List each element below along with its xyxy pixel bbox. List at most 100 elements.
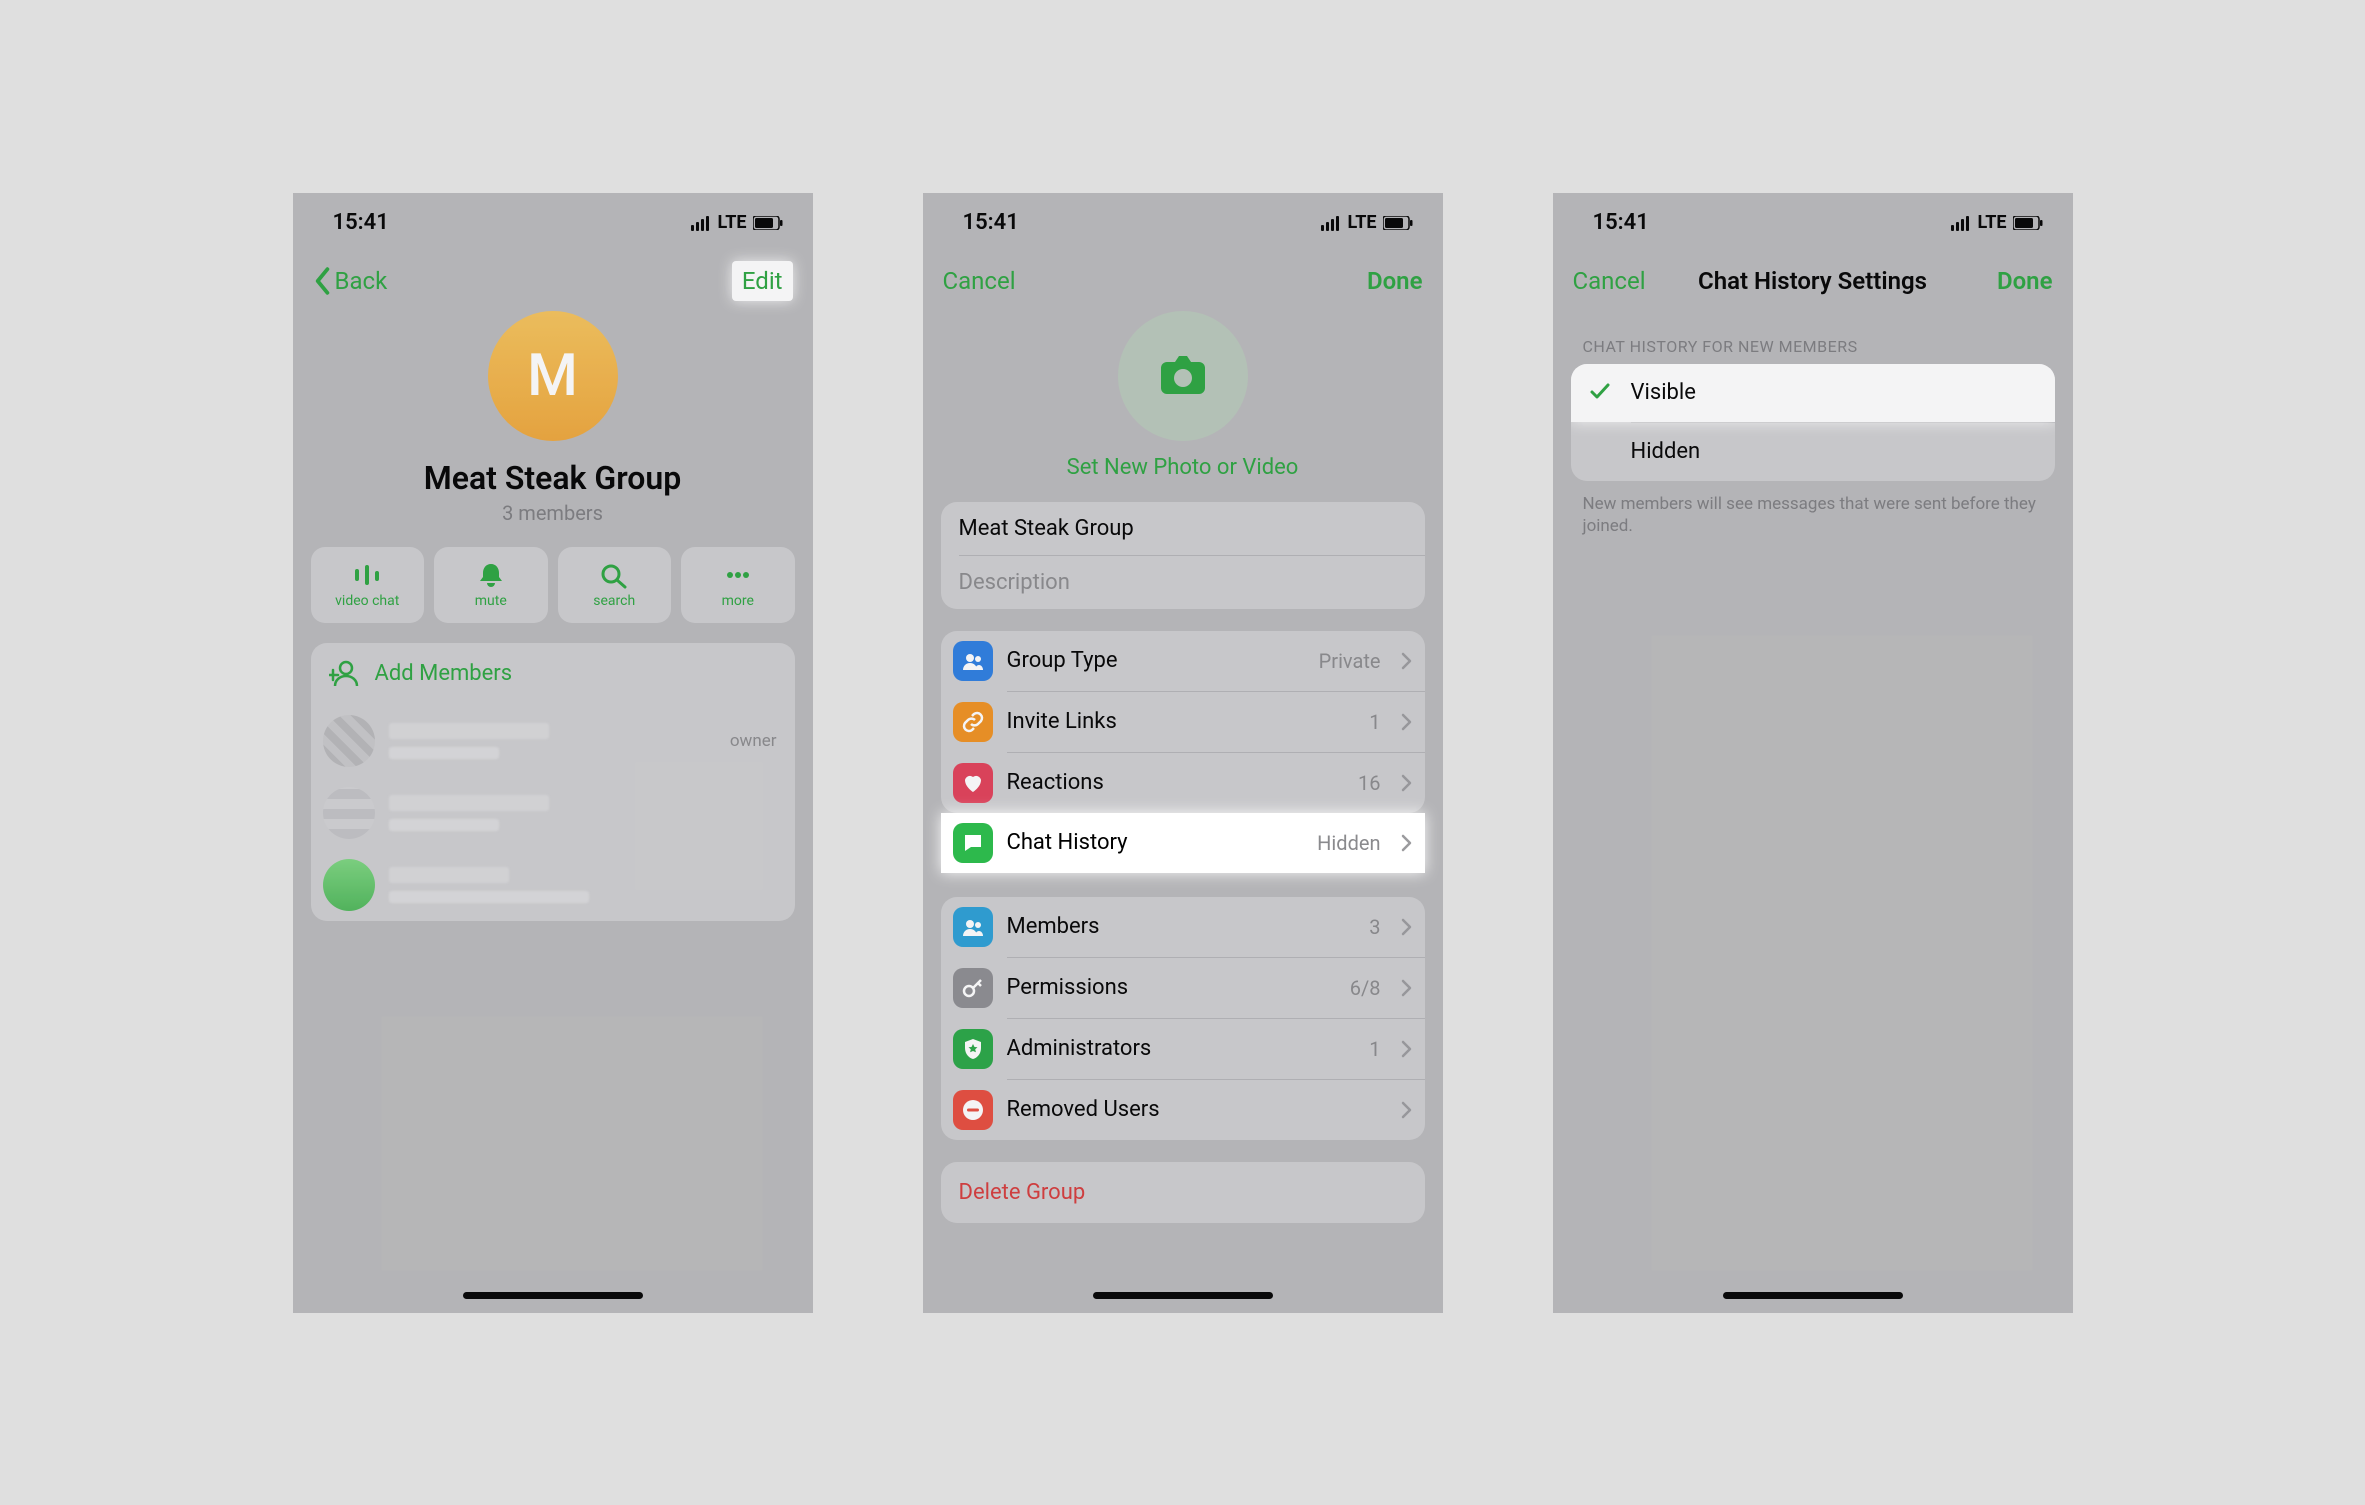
member-row[interactable]: owner — [311, 705, 795, 777]
signal-icon — [1951, 215, 1971, 231]
battery-icon — [753, 216, 783, 230]
check-icon — [1589, 381, 1613, 405]
status-time: 15:41 — [963, 210, 1019, 235]
signal-icon — [1321, 215, 1341, 231]
people-icon — [953, 907, 993, 947]
status-bar: 15:41 LTE — [293, 193, 813, 253]
avatar — [323, 787, 375, 839]
status-net: LTE — [717, 212, 746, 233]
done-button[interactable]: Done — [1997, 267, 2053, 295]
group-type-row[interactable]: Group Type Private — [941, 631, 1425, 691]
search-button[interactable]: search — [558, 547, 672, 623]
home-indicator[interactable] — [463, 1292, 643, 1299]
chat-icon — [953, 823, 993, 863]
admins-label: Administrators — [1007, 1036, 1356, 1061]
option-hidden[interactable]: Hidden — [1571, 423, 2055, 481]
permissions-label: Permissions — [1007, 975, 1336, 1000]
back-button[interactable]: Back — [313, 267, 388, 295]
status-time: 15:41 — [333, 210, 389, 235]
owner-tag: owner — [730, 731, 777, 751]
group-avatar[interactable]: M — [488, 311, 618, 441]
chevron-right-icon — [1401, 1101, 1413, 1119]
set-photo-label[interactable]: Set New Photo or Video — [1067, 455, 1299, 480]
battery-icon — [1383, 216, 1413, 230]
status-bar: 15:41 LTE — [923, 193, 1443, 253]
settings-card-1: Group Type Private Invite Links 1 Reacti… — [941, 631, 1425, 813]
profile-header: M Meat Steak Group 3 members — [293, 309, 813, 525]
avatar-initial: M — [527, 342, 578, 410]
delete-group-button[interactable]: Delete Group — [941, 1162, 1425, 1223]
name-card: Meat Steak Group Description — [941, 502, 1425, 609]
group-type-label: Group Type — [1007, 648, 1305, 673]
chevron-right-icon — [1401, 1040, 1413, 1058]
group-subtitle: 3 members — [502, 501, 603, 525]
status-right: LTE — [1951, 212, 2042, 233]
removed-label: Removed Users — [1007, 1097, 1387, 1122]
home-indicator[interactable] — [1093, 1292, 1273, 1299]
group-name-field[interactable]: Meat Steak Group — [941, 502, 1425, 555]
home-indicator[interactable] — [1723, 1292, 1903, 1299]
camera-icon — [1157, 354, 1209, 398]
permissions-row[interactable]: Permissions 6/8 — [941, 958, 1425, 1018]
minus-icon — [953, 1090, 993, 1130]
chevron-right-icon — [1401, 774, 1413, 792]
chat-history-row[interactable]: Chat History Hidden — [941, 813, 1425, 873]
mute-button[interactable]: mute — [434, 547, 548, 623]
mute-label: mute — [475, 593, 507, 609]
edit-button[interactable]: Edit — [732, 261, 793, 301]
link-icon — [953, 702, 993, 742]
dots-icon — [722, 561, 754, 589]
bell-icon — [475, 561, 507, 589]
member-row[interactable] — [311, 777, 795, 849]
invite-value: 1 — [1369, 710, 1380, 734]
done-button[interactable]: Done — [1367, 267, 1423, 295]
set-photo-button[interactable] — [1118, 311, 1248, 441]
option-visible[interactable]: Visible — [1571, 364, 2055, 422]
more-label: more — [722, 593, 754, 609]
invite-label: Invite Links — [1007, 709, 1356, 734]
members-label: Members — [1007, 914, 1356, 939]
add-members-button[interactable]: Add Members — [311, 643, 795, 705]
cancel-label: Cancel — [943, 267, 1016, 295]
status-net: LTE — [1347, 212, 1376, 233]
description-field[interactable]: Description — [941, 556, 1425, 609]
admins-row[interactable]: Administrators 1 — [941, 1019, 1425, 1079]
delete-card: Delete Group — [941, 1162, 1425, 1223]
status-right: LTE — [691, 212, 782, 233]
done-label: Done — [1367, 267, 1423, 295]
members-row[interactable]: Members 3 — [941, 897, 1425, 957]
removed-row[interactable]: Removed Users — [941, 1080, 1425, 1140]
visible-label: Visible — [1631, 380, 1696, 405]
status-bar: 15:41 LTE — [1553, 193, 2073, 253]
battery-icon — [2013, 216, 2043, 230]
people-icon — [953, 641, 993, 681]
chevron-right-icon — [1401, 713, 1413, 731]
member-row[interactable] — [311, 849, 795, 921]
options-card: Visible Hidden — [1571, 364, 2055, 481]
screen-group-edit: 15:41 LTE Cancel Done Set New Photo or V… — [923, 193, 1443, 1313]
video-label: video chat — [335, 593, 399, 609]
group-type-value: Private — [1319, 649, 1381, 673]
permissions-value: 6/8 — [1350, 976, 1381, 1000]
chevron-right-icon — [1401, 652, 1413, 670]
section-footer: New members will see messages that were … — [1583, 493, 2043, 539]
cancel-button[interactable]: Cancel — [1573, 267, 1646, 295]
hidden-label: Hidden — [1631, 439, 1701, 464]
invite-links-row[interactable]: Invite Links 1 — [941, 692, 1425, 752]
chat-history-value: Hidden — [1317, 831, 1380, 855]
more-button[interactable]: more — [681, 547, 795, 623]
cancel-button[interactable]: Cancel — [943, 267, 1016, 295]
settings-card-2: Members 3 Permissions 6/8 Administrators… — [941, 897, 1425, 1140]
signal-icon — [691, 215, 711, 231]
admins-value: 1 — [1369, 1037, 1380, 1061]
chevron-right-icon — [1401, 979, 1413, 997]
bars-icon — [351, 561, 383, 589]
section-header: CHAT HISTORY FOR NEW MEMBERS — [1583, 337, 2043, 356]
reactions-label: Reactions — [1007, 770, 1345, 795]
nav-bar: Back Edit — [293, 253, 813, 309]
video-chat-button[interactable]: video chat — [311, 547, 425, 623]
members-card: Add Members owner — [311, 643, 795, 921]
avatar — [323, 859, 375, 911]
chevron-right-icon — [1401, 918, 1413, 936]
reactions-row[interactable]: Reactions 16 — [941, 753, 1425, 813]
